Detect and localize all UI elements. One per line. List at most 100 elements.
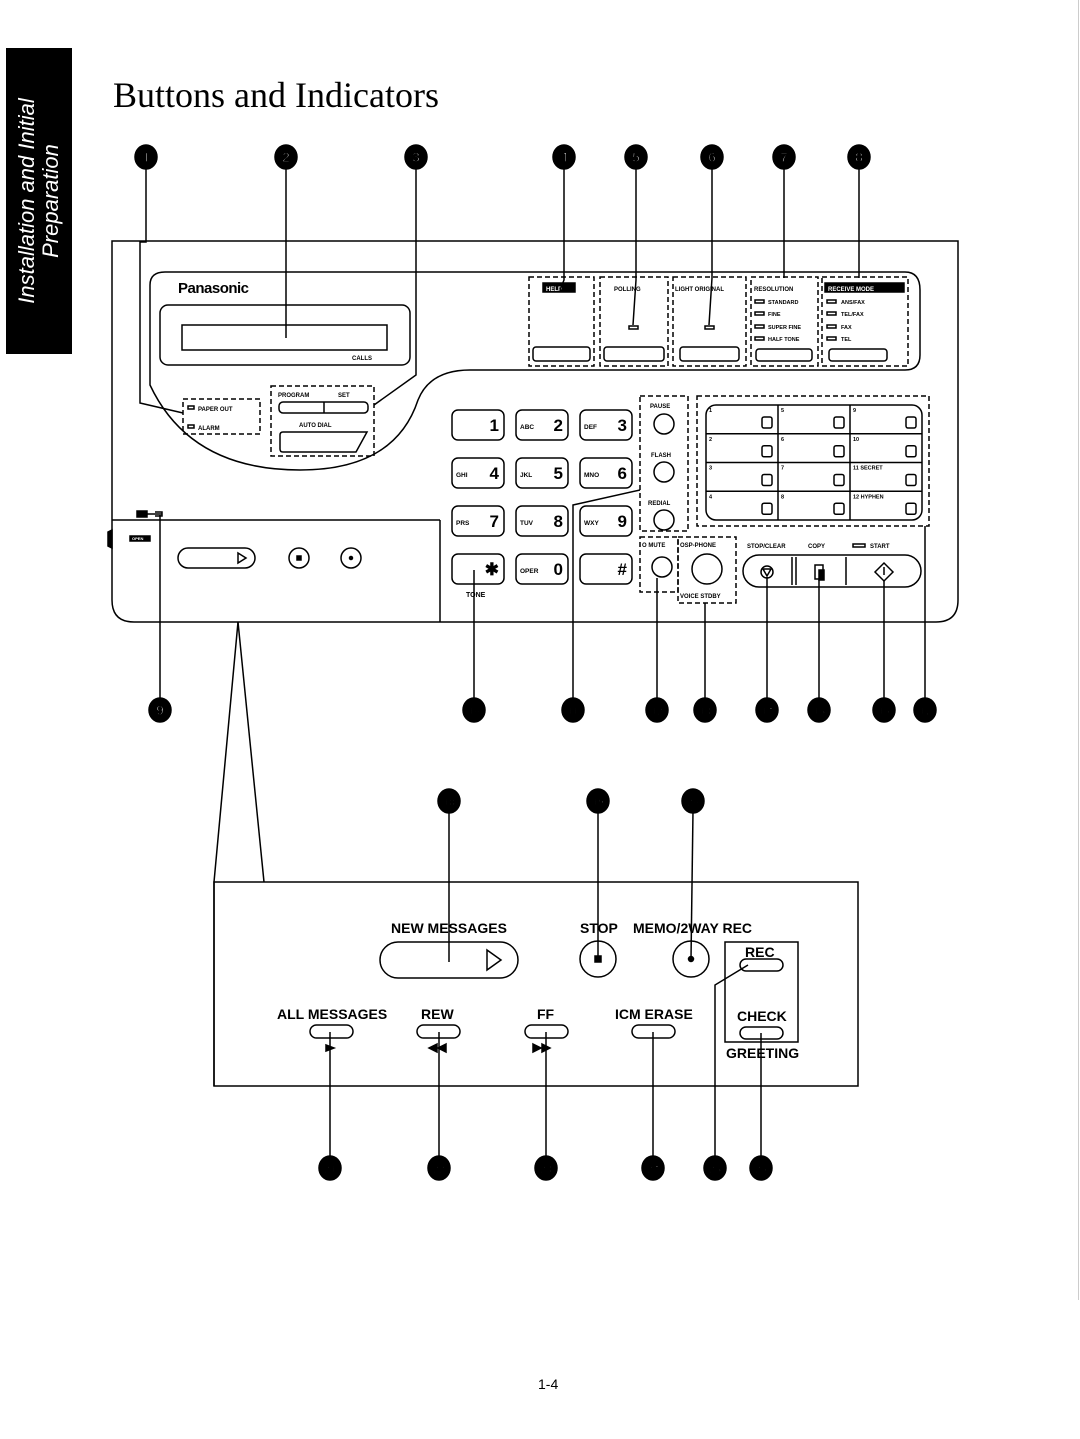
one-touch-key[interactable]: 5 xyxy=(781,408,845,429)
help-button[interactable] xyxy=(532,346,591,362)
start-button[interactable] xyxy=(873,561,895,583)
start-label: START xyxy=(870,544,890,550)
play-icon xyxy=(486,948,503,972)
callout-marker: 18 xyxy=(437,788,461,814)
stop-icon-triangle xyxy=(761,568,773,578)
callout-marker: 6 xyxy=(700,144,724,170)
callout-number: 2 xyxy=(282,149,290,165)
cassette-play-button[interactable] xyxy=(177,547,256,569)
keypad-key[interactable]: 1 xyxy=(451,409,505,441)
one-touch-button xyxy=(833,445,845,458)
one-touch-button xyxy=(761,502,773,515)
mute-button[interactable] xyxy=(651,556,673,578)
keypad-key[interactable]: TUV 8 xyxy=(515,505,569,537)
voice-standby-label: VOICE STDBY xyxy=(680,594,721,600)
callout-leader-line xyxy=(714,964,749,1158)
one-touch-key[interactable]: 11 SECRET xyxy=(853,466,917,487)
check-label: CHECK xyxy=(737,1008,787,1024)
receive-mode-option: ANS/FAX xyxy=(841,300,865,306)
one-touch-label: 7 xyxy=(781,466,784,472)
receive-mode-label: RECEIVE MODE xyxy=(828,287,874,293)
callout-marker: 22 xyxy=(427,1155,451,1181)
one-touch-key[interactable]: 12 HYPHEN xyxy=(853,494,917,515)
keypad-key[interactable]: DEF 3 xyxy=(579,409,633,441)
keypad-key-digit: # xyxy=(618,560,628,579)
all-messages-button[interactable] xyxy=(309,1024,354,1039)
callout-number: 9 xyxy=(156,702,164,718)
zoom-line-left xyxy=(213,621,239,1086)
one-touch-key[interactable]: 6 xyxy=(781,437,845,458)
one-touch-button xyxy=(905,502,917,515)
flash-button[interactable] xyxy=(653,461,675,483)
keypad-key-letters: JKL xyxy=(520,472,532,479)
callout-marker: 21 xyxy=(318,1155,342,1181)
keypad-key[interactable]: ✱ xyxy=(451,553,505,585)
keypad-key[interactable]: ABC 2 xyxy=(515,409,569,441)
light-original-label: LIGHT ORIGINAL xyxy=(675,287,724,293)
keypad-key[interactable]: JKL 5 xyxy=(515,457,569,489)
rec-label: REC xyxy=(745,944,775,960)
open-latch[interactable] xyxy=(107,528,113,550)
callout-number: 20 xyxy=(687,797,699,809)
keypad-key-letters: PRS xyxy=(456,520,470,527)
keypad-key[interactable]: GHI 4 xyxy=(451,457,505,489)
receive-mode-button[interactable] xyxy=(828,348,888,362)
flash-label: FLASH xyxy=(651,453,671,459)
greeting-label: GREETING xyxy=(726,1045,799,1061)
callout-marker: 4 xyxy=(552,144,576,170)
keypad-key[interactable]: MNO 6 xyxy=(579,457,633,489)
one-touch-key[interactable]: 1 xyxy=(709,408,773,429)
auto-dial-button[interactable] xyxy=(279,431,369,453)
one-touch-button xyxy=(905,473,917,487)
help-label: HELP xyxy=(546,287,562,293)
one-touch-key[interactable]: 9 xyxy=(853,408,917,429)
stop-clear-button[interactable] xyxy=(760,565,774,579)
keypad-key-digit: ✱ xyxy=(485,560,499,579)
light-original-button[interactable] xyxy=(679,346,740,362)
callout-number: 19 xyxy=(592,797,604,809)
paper-out-label: PAPER OUT xyxy=(198,407,233,413)
callout-marker: 17 xyxy=(913,697,937,723)
keypad-key-digit: 1 xyxy=(490,416,499,435)
keypad-key-digit: 9 xyxy=(618,512,627,531)
callout-number: 18 xyxy=(443,797,455,809)
resolution-button[interactable] xyxy=(755,348,813,362)
callout-marker: 5 xyxy=(624,144,648,170)
callout-leader-line xyxy=(632,167,637,326)
callout-marker: 26 xyxy=(749,1155,773,1181)
one-touch-key[interactable]: 2 xyxy=(709,437,773,458)
one-touch-key[interactable]: 4 xyxy=(709,494,773,515)
callout-number: 14 xyxy=(761,706,774,718)
receive-mode-option: TEL/FAX xyxy=(841,312,864,318)
callout-leader-line xyxy=(139,167,184,414)
keypad-key[interactable]: WXY 9 xyxy=(579,505,633,537)
rew-label: REW xyxy=(421,1006,454,1022)
redial-button[interactable] xyxy=(653,509,675,531)
one-touch-key[interactable]: 8 xyxy=(781,494,845,515)
one-touch-key[interactable]: 7 xyxy=(781,466,845,487)
keypad-key-letters: GHI xyxy=(456,472,468,479)
copy-button[interactable] xyxy=(814,564,825,581)
one-touch-key[interactable]: 3 xyxy=(709,466,773,487)
top-function-buttons: HELP POLLING LIGHT ORIGINAL RESOLUTION S… xyxy=(528,276,909,367)
greeting-rec-button[interactable] xyxy=(739,958,784,972)
keypad-key-letters: ABC xyxy=(520,424,534,431)
callout-marker: 16 xyxy=(872,697,896,723)
receive-mode-led xyxy=(826,324,837,329)
sp-phone-button[interactable] xyxy=(691,553,723,585)
receive-mode-led xyxy=(826,299,837,304)
copy-label: COPY xyxy=(808,544,825,550)
callout-marker: 10 xyxy=(462,697,486,723)
callout-marker: 23 xyxy=(534,1155,558,1181)
dial-keypad: 1 ABC 2 DEF 3 GHI 4 JKL 5 MNO 6 PRS 7 TUV 8 WXY 9 ✱ OPER 0 # xyxy=(451,409,633,585)
one-touch-button xyxy=(905,445,917,458)
keypad-key[interactable]: OPER 0 xyxy=(515,553,569,585)
pause-button[interactable] xyxy=(653,413,675,435)
keypad-key[interactable]: PRS 7 xyxy=(451,505,505,537)
all-messages-label: ALL MESSAGES xyxy=(277,1006,387,1022)
tone-label: TONE xyxy=(466,592,486,599)
one-touch-label: 8 xyxy=(781,494,784,500)
one-touch-key[interactable]: 10 xyxy=(853,437,917,458)
keypad-key[interactable]: # xyxy=(579,553,633,585)
polling-button[interactable] xyxy=(603,346,665,362)
